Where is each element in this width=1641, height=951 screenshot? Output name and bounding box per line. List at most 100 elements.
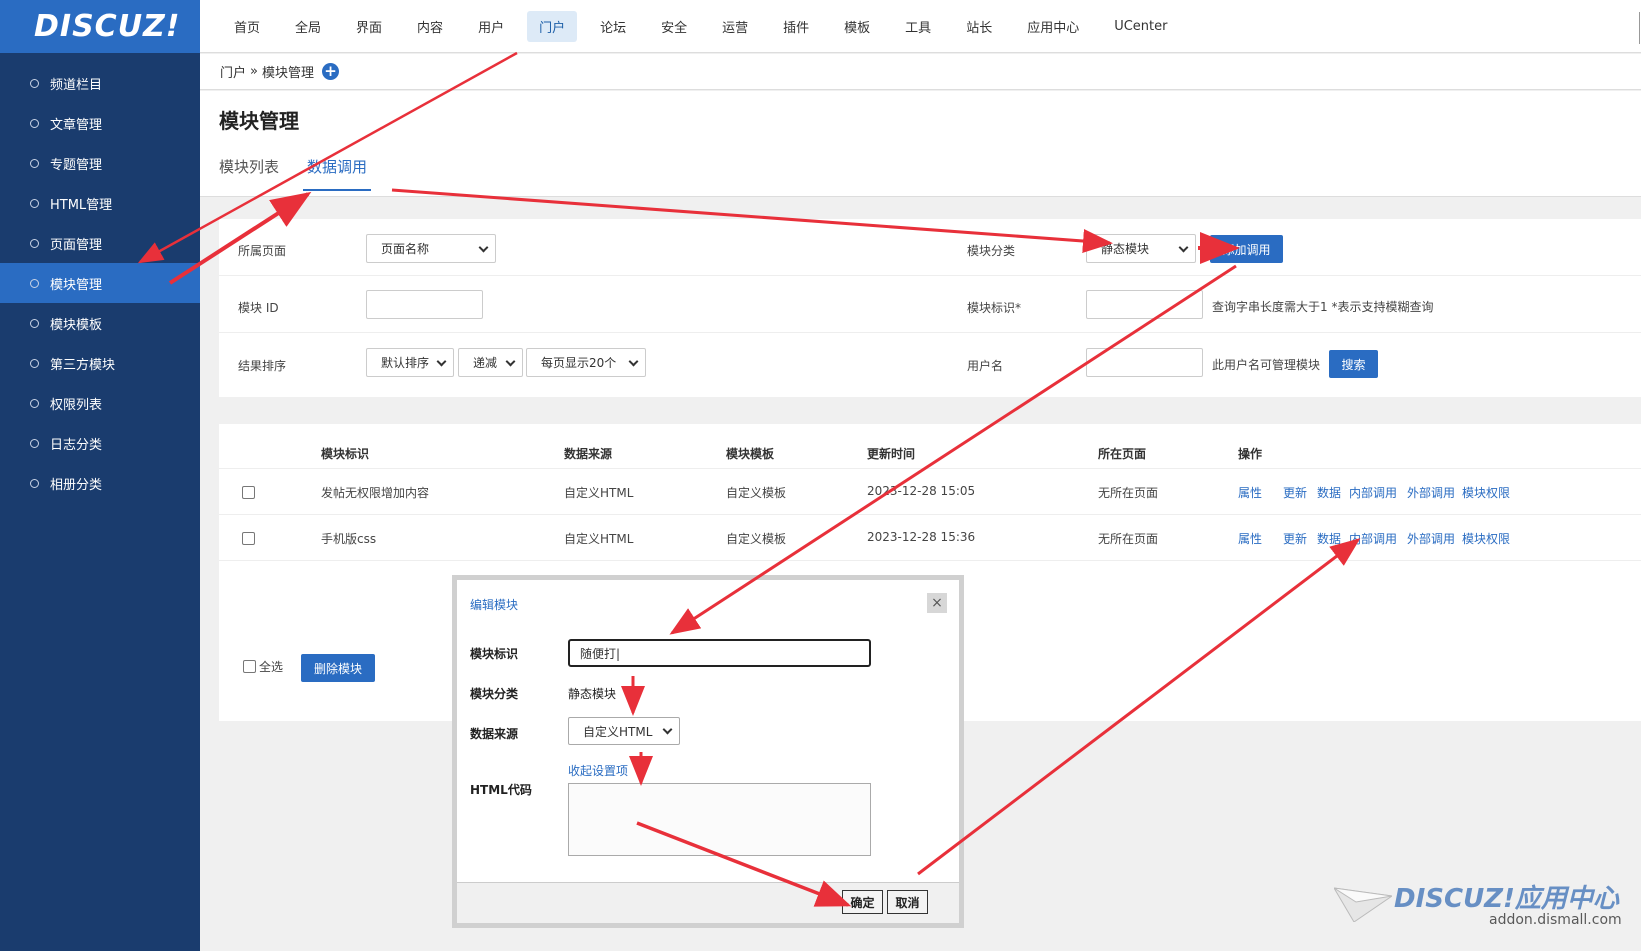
op-data[interactable]: 数据 — [1317, 530, 1341, 547]
op-update[interactable]: 更新 — [1283, 530, 1307, 547]
nav-global[interactable]: 全局 — [283, 11, 333, 42]
top-nav: 首页 全局 界面 内容 用户 门户 论坛 安全 运营 插件 模板 工具 站长 应… — [200, 0, 1641, 53]
sidebar-item-log-category[interactable]: 日志分类 — [0, 423, 200, 463]
nav-plugins[interactable]: 插件 — [771, 11, 821, 42]
nav-security[interactable]: 安全 — [649, 11, 699, 42]
sidebar-item-html[interactable]: HTML管理 — [0, 183, 200, 223]
nav-app-center[interactable]: 应用中心 — [1015, 11, 1091, 42]
cell-page: 无所在页面 — [1098, 532, 1159, 546]
block-id-input[interactable] — [366, 290, 483, 319]
nav-users[interactable]: 用户 — [466, 11, 516, 42]
dialog-ident-label: 模块标识 — [470, 647, 519, 661]
category-label: 模块分类 — [967, 244, 1016, 258]
sidebar-item-block-template[interactable]: 模块模板 — [0, 303, 200, 343]
row-checkbox[interactable] — [242, 486, 255, 499]
dialog-title: 编辑模块 — [470, 598, 519, 612]
sidebar-item-album-category[interactable]: 相册分类 — [0, 463, 200, 503]
add-call-button[interactable]: 添加调用 — [1210, 235, 1283, 263]
cancel-button[interactable]: 取消 — [887, 890, 928, 914]
sidebar-item-permissions[interactable]: 权限列表 — [0, 383, 200, 423]
op-update[interactable]: 更新 — [1283, 484, 1307, 501]
chevron-down-icon — [628, 356, 639, 367]
dialog-source-select[interactable]: 自定义HTML — [568, 717, 680, 745]
discuz-logo[interactable]: DISCUZ! — [0, 0, 200, 53]
sidebar-item-topic[interactable]: 专题管理 — [0, 143, 200, 183]
order-select[interactable]: 递减 — [458, 348, 523, 377]
op-properties[interactable]: 属性 — [1238, 484, 1262, 501]
sidebar-item-article[interactable]: 文章管理 — [0, 103, 200, 143]
tab-data-call[interactable]: 数据调用 — [303, 156, 372, 191]
nav-home[interactable]: 首页 — [222, 11, 272, 42]
table-row: 手机版css 自定义HTML 自定义模板 2023-12-28 15:36 无所… — [219, 514, 1641, 560]
sidebar-item-page[interactable]: 页面管理 — [0, 223, 200, 263]
row-checkbox[interactable] — [242, 532, 255, 545]
cell-template: 自定义模板 — [726, 532, 787, 546]
header-actions: 操作 — [1238, 447, 1263, 461]
perpage-select-value: 每页显示20个 — [541, 356, 617, 370]
collapse-settings-link[interactable]: 收起设置项 — [568, 762, 628, 779]
nav-forum[interactable]: 论坛 — [588, 11, 638, 42]
delete-block-button[interactable]: 删除模块 — [301, 654, 375, 682]
sidebar-item-label: 页面管理 — [50, 237, 103, 253]
block-ident-input[interactable] — [1086, 290, 1203, 319]
nav-content[interactable]: 内容 — [405, 11, 455, 42]
sidebar-item-block[interactable]: 模块管理 — [0, 263, 200, 303]
nav-templates[interactable]: 模板 — [832, 11, 882, 42]
page-select-value: 页面名称 — [381, 242, 430, 256]
sidebar-item-label: 频道栏目 — [50, 77, 103, 93]
perpage-select[interactable]: 每页显示20个 — [526, 348, 646, 377]
close-icon[interactable]: × — [927, 593, 947, 613]
nav-tools[interactable]: 工具 — [893, 11, 943, 42]
filter-row: 所属页面 页面名称 模块分类 静态模块 添加调用 — [219, 219, 1641, 276]
sort-select[interactable]: 默认排序 — [366, 348, 454, 377]
id-label: 模块 ID — [238, 301, 279, 315]
confirm-button[interactable]: 确定 — [842, 890, 883, 914]
sidebar-item-channel[interactable]: 频道栏目 — [0, 63, 200, 103]
header-page: 所在页面 — [1098, 447, 1147, 461]
op-block-permission[interactable]: 模块权限 — [1462, 484, 1510, 501]
circle-icon — [30, 118, 39, 128]
op-data[interactable]: 数据 — [1317, 484, 1341, 501]
tab-bar: 模块列表 数据调用 — [219, 156, 395, 191]
op-external-call[interactable]: 外部调用 — [1407, 530, 1455, 547]
select-all-checkbox[interactable] — [243, 660, 256, 673]
op-internal-call[interactable]: 内部调用 — [1349, 530, 1397, 547]
nav-operations[interactable]: 运营 — [710, 11, 760, 42]
page-select[interactable]: 页面名称 — [366, 234, 496, 263]
sort-select-value: 默认排序 — [381, 356, 430, 370]
sidebar-item-label: 权限列表 — [50, 397, 103, 413]
breadcrumb-parent[interactable]: 门户 — [220, 62, 246, 81]
search-button[interactable]: 搜索 — [1329, 350, 1378, 378]
chevron-down-icon — [436, 356, 447, 367]
dialog-ident-input[interactable]: 随便打| — [568, 639, 871, 667]
category-select-value: 静态模块 — [1101, 242, 1150, 256]
category-select[interactable]: 静态模块 — [1086, 234, 1196, 263]
header-source: 数据来源 — [564, 447, 613, 461]
circle-icon — [30, 158, 39, 168]
plus-icon[interactable]: + — [322, 63, 339, 80]
op-block-permission[interactable]: 模块权限 — [1462, 530, 1510, 547]
sidebar: DISCUZ! 频道栏目 文章管理 专题管理 HTML管理 页面管理 模块管理 … — [0, 0, 200, 951]
html-code-textarea[interactable] — [568, 783, 871, 856]
nav-interface[interactable]: 界面 — [344, 11, 394, 42]
select-all-label[interactable]: 全选 — [259, 658, 283, 675]
sidebar-item-third-party[interactable]: 第三方模块 — [0, 343, 200, 383]
cell-source: 自定义HTML — [564, 532, 634, 546]
nav-webmaster[interactable]: 站长 — [954, 11, 1004, 42]
paper-plane-icon — [1334, 887, 1392, 922]
chevron-down-icon — [662, 724, 673, 735]
op-properties[interactable]: 属性 — [1238, 530, 1262, 547]
username-input[interactable] — [1086, 348, 1203, 377]
chevron-down-icon — [1178, 242, 1189, 253]
sidebar-item-label: 文章管理 — [50, 117, 103, 133]
ident-hint: 查询字串长度需大于1 *表示支持模糊查询 — [1212, 300, 1434, 314]
tab-block-list[interactable]: 模块列表 — [219, 156, 279, 191]
cell-time: 2023-12-28 15:05 — [867, 484, 976, 498]
circle-icon — [30, 198, 39, 208]
nav-ucenter[interactable]: UCenter — [1102, 13, 1179, 40]
sidebar-item-label: 第三方模块 — [50, 357, 116, 373]
op-external-call[interactable]: 外部调用 — [1407, 484, 1455, 501]
nav-portal[interactable]: 门户 — [527, 10, 578, 42]
order-select-value: 递减 — [473, 356, 498, 370]
op-internal-call[interactable]: 内部调用 — [1349, 484, 1397, 501]
